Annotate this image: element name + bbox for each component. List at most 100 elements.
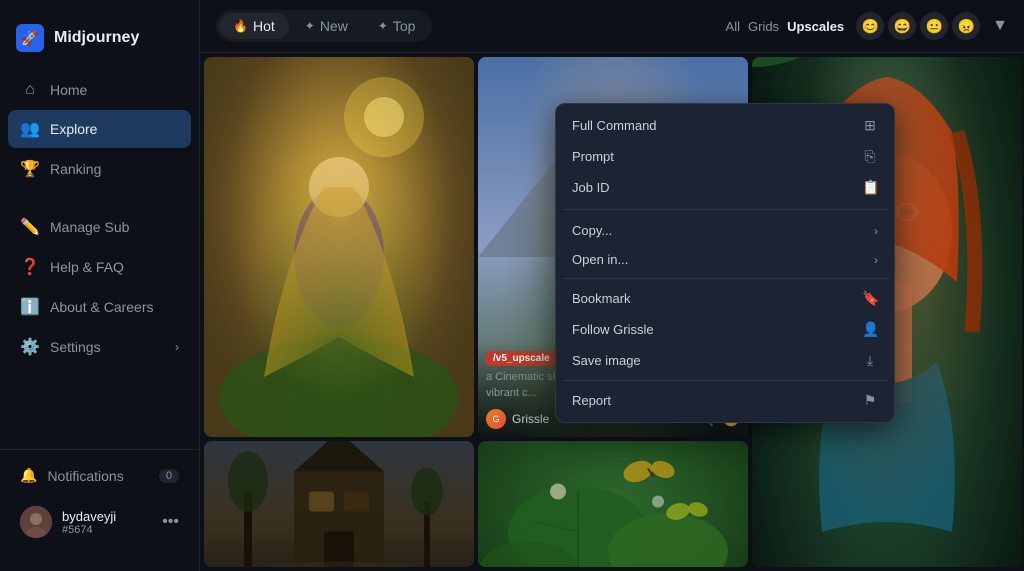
ctx-separator-1 (562, 278, 888, 279)
ctx-open-in-arrow: › (874, 253, 878, 267)
topbar: 🔥 Hot ✦ New ✦ Top All Grids Upscales 😊 😄… (200, 0, 1024, 53)
ctx-copy-arrow: › (874, 224, 878, 238)
sidebar-item-settings[interactable]: ⚙️ Settings › (8, 328, 191, 366)
tab-hot-label: Hot (253, 18, 275, 34)
ctx-full-command-label: Full Command (572, 118, 657, 133)
emoji-filter-2[interactable]: 😄 (888, 12, 916, 40)
ctx-full-command-icon: ⊞ (862, 117, 878, 134)
ctx-follow-label: Follow Grissle (572, 322, 654, 337)
ctx-prompt-label: Prompt (572, 149, 614, 164)
ctx-open-in-label: Open in... (572, 252, 628, 267)
image-grid: /v5_upscale a Cinematic sho... Mermaid U… (200, 53, 1024, 571)
notifications-badge: 0 (159, 469, 179, 483)
view-options: All Grids Upscales (726, 19, 845, 34)
image-rapunzel[interactable] (204, 57, 474, 437)
view-all[interactable]: All (726, 19, 740, 34)
view-grids[interactable]: Grids (748, 19, 779, 34)
explore-icon: 👥 (20, 119, 40, 139)
ctx-item-prompt[interactable]: Prompt ⎘ (562, 141, 888, 172)
ctx-item-full-command[interactable]: Full Command ⊞ (562, 110, 888, 141)
tab-new[interactable]: ✦ New (291, 13, 362, 39)
topbar-right: All Grids Upscales 😊 😄 😐 😠 ▼ (726, 12, 1008, 40)
sidebar-item-label: About & Careers (50, 299, 154, 315)
top-star-icon: ✦ (378, 19, 388, 33)
user-id: #5674 (62, 524, 152, 536)
sidebar-item-manage-sub[interactable]: ✏️ Manage Sub (8, 208, 191, 246)
avatar (20, 506, 52, 538)
ctx-job-id-label: Job ID (572, 180, 610, 195)
app-logo[interactable]: 🚀 Midjourney (0, 16, 199, 72)
tab-top-label: Top (393, 18, 416, 34)
manage-icon: ✏️ (20, 217, 40, 237)
ctx-bookmark-icon: 🔖 (862, 290, 878, 307)
sidebar-item-label: Settings (50, 339, 101, 355)
hot-icon: 🔥 (233, 19, 248, 33)
sidebar-item-label: Explore (50, 121, 97, 137)
chevron-right-icon: › (175, 340, 179, 354)
sidebar-item-explore[interactable]: 👥 Explore (8, 110, 191, 148)
sidebar: 🚀 Midjourney ⌂ Home 👥 Explore 🏆 Ranking … (0, 0, 200, 571)
ctx-report-label: Report (572, 393, 611, 408)
image-floral[interactable] (478, 441, 748, 567)
logo-icon: 🚀 (16, 24, 44, 52)
emoji-filters: 😊 😄 😐 😠 (856, 12, 980, 40)
ctx-item-bookmark[interactable]: Bookmark 🔖 (562, 283, 888, 314)
card-username: Grissle (512, 412, 549, 426)
user-info: bydaveyji #5674 (62, 509, 152, 536)
about-icon: ℹ️ (20, 297, 40, 317)
sidebar-item-label: Ranking (50, 161, 101, 177)
ctx-report-icon: ⚑ (862, 392, 878, 409)
ctx-separator-2 (562, 380, 888, 381)
ctx-item-open-in[interactable]: Open in... › (562, 245, 888, 274)
ctx-job-id-icon: 📋 (862, 179, 878, 196)
ctx-item-job-id[interactable]: Job ID 📋 (562, 172, 888, 203)
new-star-icon: ✦ (305, 19, 315, 33)
app-name: Midjourney (54, 29, 139, 47)
emoji-filter-4[interactable]: 😠 (952, 12, 980, 40)
tab-top[interactable]: ✦ Top (364, 13, 430, 39)
sidebar-item-label: Home (50, 82, 87, 98)
ctx-follow-icon: 👤 (862, 321, 878, 338)
ctx-save-icon: ⤓ (862, 352, 878, 369)
user-profile[interactable]: bydaveyji #5674 ••• (8, 497, 191, 547)
sidebar-item-notifications[interactable]: 🔔 Notifications 0 (8, 458, 191, 493)
emoji-filter-3[interactable]: 😐 (920, 12, 948, 40)
tab-hot[interactable]: 🔥 Hot (219, 13, 289, 39)
ranking-icon: 🏆 (20, 159, 40, 179)
ctx-item-report[interactable]: Report ⚑ (562, 385, 888, 416)
emoji-filter-1[interactable]: 😊 (856, 12, 884, 40)
tab-group: 🔥 Hot ✦ New ✦ Top (216, 10, 432, 42)
ctx-item-save-image[interactable]: Save image ⤓ (562, 345, 888, 376)
sidebar-item-help-faq[interactable]: ❓ Help & FAQ (8, 248, 191, 286)
notifications-label: Notifications (47, 468, 123, 484)
more-icon[interactable]: ••• (162, 513, 179, 531)
tab-new-label: New (320, 18, 348, 34)
sidebar-nav: ⌂ Home 👥 Explore 🏆 Ranking ✏️ Manage Sub… (0, 72, 199, 449)
sidebar-item-label: Manage Sub (50, 219, 129, 235)
ctx-item-follow-grissle[interactable]: Follow Grissle 👤 (562, 314, 888, 345)
ctx-prompt-icon: ⎘ (862, 148, 878, 165)
ctx-save-label: Save image (572, 353, 641, 368)
help-icon: ❓ (20, 257, 40, 277)
ctx-bookmark-label: Bookmark (572, 291, 631, 306)
image-mill[interactable] (204, 441, 474, 567)
sidebar-item-about-careers[interactable]: ℹ️ About & Careers (8, 288, 191, 326)
main-content: 🔥 Hot ✦ New ✦ Top All Grids Upscales 😊 😄… (200, 0, 1024, 571)
filter-icon[interactable]: ▼ (992, 17, 1008, 35)
context-menu-top-section: Full Command ⊞ Prompt ⎘ Job ID 📋 (562, 110, 888, 210)
ctx-item-copy[interactable]: Copy... › (562, 216, 888, 245)
ctx-copy-label: Copy... (572, 223, 612, 238)
user-name: bydaveyji (62, 509, 152, 524)
card-avatar: G (486, 409, 506, 429)
view-upscales[interactable]: Upscales (787, 19, 844, 34)
settings-icon: ⚙️ (20, 337, 40, 357)
sidebar-item-label: Help & FAQ (50, 259, 124, 275)
bell-icon: 🔔 (20, 467, 37, 484)
card-user: G Grissle (486, 409, 549, 429)
sidebar-bottom: 🔔 Notifications 0 bydaveyji #5674 ••• (0, 449, 199, 555)
home-icon: ⌂ (20, 81, 40, 99)
sidebar-item-ranking[interactable]: 🏆 Ranking (8, 150, 191, 188)
sidebar-item-home[interactable]: ⌂ Home (8, 72, 191, 108)
context-menu: Full Command ⊞ Prompt ⎘ Job ID 📋 (555, 103, 895, 423)
tag-badge: /v5_upscale (486, 351, 557, 366)
